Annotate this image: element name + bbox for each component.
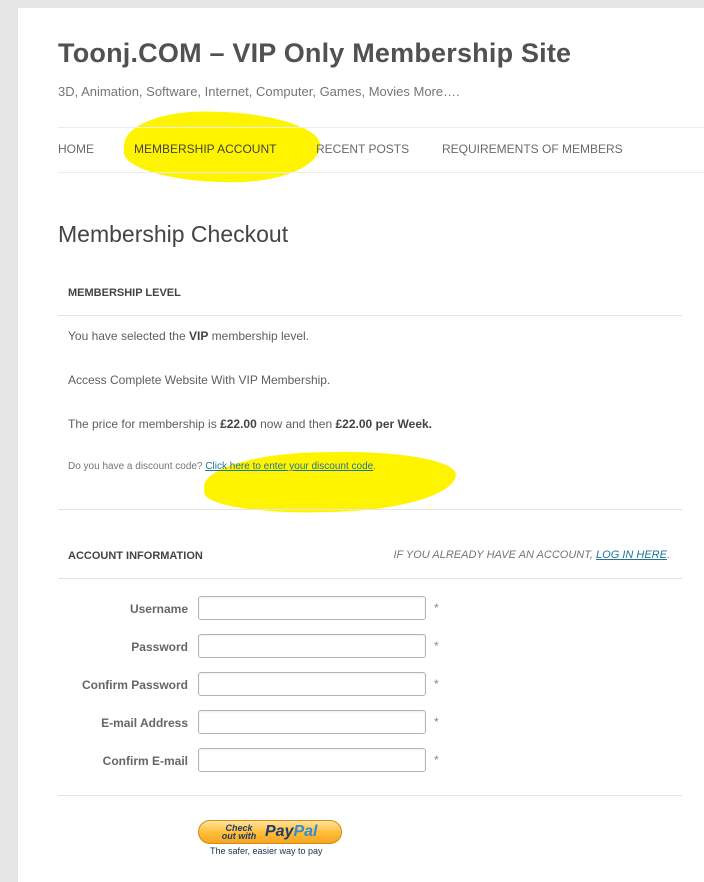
main-navigation: HOME MEMBERSHIP ACCOUNT RECENT POSTS REQ… xyxy=(58,127,704,173)
confirm-password-label: Confirm Password xyxy=(81,678,188,692)
divider xyxy=(58,578,682,579)
level-description: Access Complete Website With VIP Members… xyxy=(68,373,331,387)
divider xyxy=(58,509,682,510)
highlight-mark xyxy=(203,448,457,516)
divider xyxy=(58,315,682,316)
required-marker: * xyxy=(434,715,439,729)
membership-level-heading: MEMBERSHIP LEVEL xyxy=(68,287,181,299)
site-description: 3D, Animation, Software, Internet, Compu… xyxy=(58,84,460,99)
username-label: Username xyxy=(129,602,188,616)
username-input[interactable] xyxy=(198,596,426,620)
paypal-logo: PayPal xyxy=(265,823,318,840)
email-address-label: E-mail Address xyxy=(101,716,188,730)
required-marker: * xyxy=(434,753,439,767)
account-information-heading: ACCOUNT INFORMATION xyxy=(68,550,203,562)
site-title[interactable]: Toonj.COM – VIP Only Membership Site xyxy=(58,38,571,69)
selected-level-text: You have selected the VIP membership lev… xyxy=(68,329,310,343)
nav-item-membership-account[interactable]: MEMBERSHIP ACCOUNT xyxy=(134,142,276,156)
price-recurring: £22.00 per Week. xyxy=(335,417,433,431)
page-container: Toonj.COM – VIP Only Membership Site 3D,… xyxy=(18,8,704,882)
paypal-checkout-text: Check out with xyxy=(221,823,257,841)
paypal-tagline: The safer, easier way to pay xyxy=(210,846,323,856)
price-text: The price for membership is £22.00 now a… xyxy=(68,417,433,431)
required-marker: * xyxy=(434,601,439,615)
paypal-checkout-button[interactable]: Check out with PayPal The safer, easier … xyxy=(198,820,342,856)
divider xyxy=(58,795,682,796)
email-address-input[interactable] xyxy=(198,710,426,734)
price-now: £22.00 xyxy=(220,417,257,431)
password-label: Password xyxy=(131,640,188,654)
discount-code-link[interactable]: Click here to enter your discount code xyxy=(205,461,373,472)
confirm-email-label: Confirm E-mail xyxy=(102,754,188,768)
nav-item-home[interactable]: HOME xyxy=(58,142,94,156)
confirm-password-input[interactable] xyxy=(198,672,426,696)
required-marker: * xyxy=(434,677,439,691)
nav-item-requirements-of-members[interactable]: REQUIREMENTS OF MEMBERS xyxy=(442,142,623,156)
discount-text: Do you have a discount code? Click here … xyxy=(68,461,376,472)
log-in-link[interactable]: LOG IN HERE xyxy=(596,549,667,561)
page-title: Membership Checkout xyxy=(58,221,289,247)
nav-item-recent-posts[interactable]: RECENT POSTS xyxy=(316,142,409,156)
password-input[interactable] xyxy=(198,634,426,658)
level-name: VIP xyxy=(188,329,209,343)
confirm-email-input[interactable] xyxy=(198,748,426,772)
required-marker: * xyxy=(434,639,439,653)
login-note: IF YOU ALREADY HAVE AN ACCOUNT, LOG IN H… xyxy=(393,549,670,561)
paypal-button-body[interactable]: Check out with PayPal xyxy=(198,820,342,844)
